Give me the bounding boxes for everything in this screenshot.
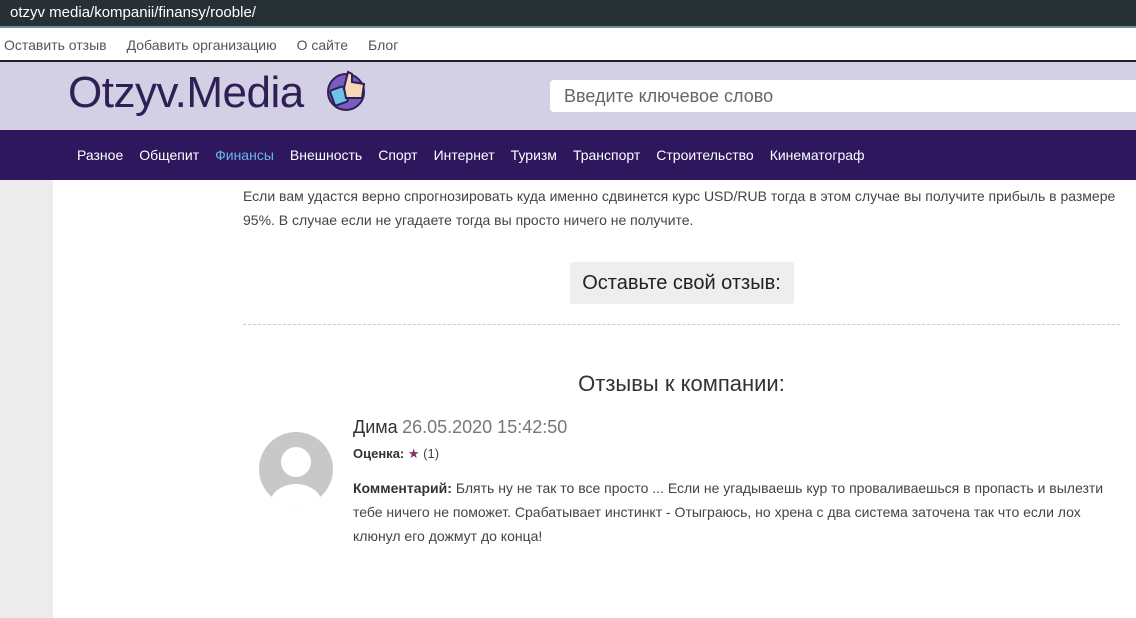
toplink-blog[interactable]: Блог <box>368 37 398 53</box>
nav-item[interactable]: Общепит <box>139 147 199 163</box>
star-icon: ★ <box>407 446 420 461</box>
review-date: 26.05.2020 15:42:50 <box>402 417 568 437</box>
comment-text: Блять ну не так то все просто ... Если н… <box>353 480 1104 544</box>
divider <box>243 324 1120 325</box>
rating-label: Оценка: <box>353 446 405 461</box>
review-rating: Оценка: ★ (1) <box>353 446 1120 462</box>
comment-label: Комментарий: <box>353 480 452 496</box>
nav-item[interactable]: Интернет <box>434 147 495 163</box>
nav-item[interactable]: Разное <box>77 147 123 163</box>
review-author: Дима <box>353 417 398 437</box>
address-bar[interactable]: otzyv media/kompanii/finansy/rooble/ <box>0 0 1136 28</box>
rating-count: (1) <box>423 446 440 461</box>
category-nav: Разное Общепит Финансы Внешность Спорт И… <box>0 130 1136 180</box>
top-links: Оставить отзыв Добавить организацию О са… <box>0 28 1136 62</box>
nav-item[interactable]: Спорт <box>378 147 417 163</box>
toplink-leave-review[interactable]: Оставить отзыв <box>4 37 107 53</box>
nav-item[interactable]: Внешность <box>290 147 362 163</box>
nav-item[interactable]: Транспорт <box>573 147 640 163</box>
logo[interactable]: Otzyv.Media <box>68 68 304 118</box>
site-header: Otzyv.Media <box>0 62 1136 130</box>
intro-text: Если вам удастся верно спрогнозировать к… <box>243 188 1116 228</box>
nav-item[interactable]: Кинематограф <box>770 147 865 163</box>
review-comment: Комментарий: Блять ну не так то все прос… <box>353 476 1120 548</box>
toplink-add-org[interactable]: Добавить организацию <box>127 37 277 53</box>
left-sidebar <box>0 180 53 618</box>
review-item: Дима 26.05.2020 15:42:50 Оценка: ★ (1) К… <box>243 417 1120 557</box>
thumbs-up-icon <box>327 70 366 111</box>
main-content: Если вам удастся верно спрогнозировать к… <box>243 180 1120 557</box>
nav-item-active[interactable]: Финансы <box>215 147 274 163</box>
leave-review-button[interactable]: Оставьте свой отзыв: <box>569 262 794 304</box>
user-icon <box>270 447 322 506</box>
avatar <box>259 432 333 506</box>
nav-item[interactable]: Туризм <box>511 147 557 163</box>
toplink-about[interactable]: О сайте <box>297 37 348 53</box>
search-input[interactable] <box>550 80 1136 112</box>
reviews-title: Отзывы к компании: <box>578 371 785 396</box>
nav-item[interactable]: Строительство <box>656 147 753 163</box>
